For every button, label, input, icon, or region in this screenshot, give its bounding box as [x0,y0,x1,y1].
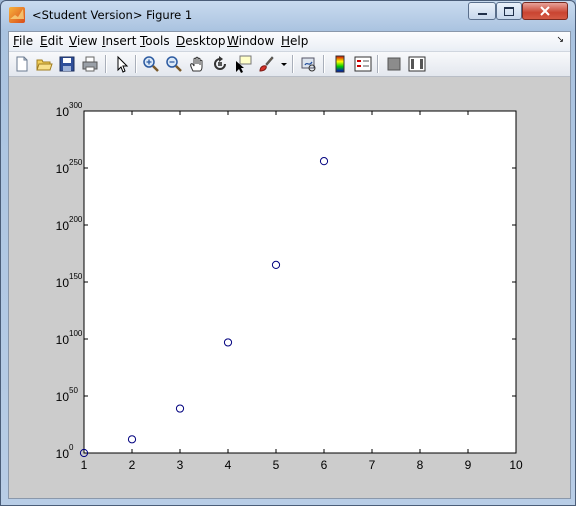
menu-edit[interactable]: Edit [40,34,63,48]
y-tick-exponent: 150 [69,272,83,281]
figure-client-area: File Edit View Insert Tools Desktop Wind… [8,31,571,499]
edit-plot-arrow-icon[interactable] [113,55,131,73]
y-tick-exponent: 300 [69,101,83,110]
x-tick-label: 2 [129,458,136,472]
menu-bar: File Edit View Insert Tools Desktop Wind… [9,32,570,52]
x-tick-label: 9 [465,458,472,472]
zoom-in-icon[interactable] [142,55,160,73]
figure-window: <Student Version> Figure 1 File Edit Vie… [0,0,576,506]
toolbar-separator [323,55,325,73]
x-tick-label: 7 [369,458,376,472]
y-tick-label: 10 [56,105,70,119]
y-tick-exponent: 250 [69,158,83,167]
colorbar-icon[interactable] [331,55,349,73]
toolbar-separator [292,55,294,73]
new-figure-icon[interactable] [13,55,31,73]
figure-toolbar [9,52,570,77]
matlab-logo-icon [9,7,25,23]
close-button[interactable] [522,2,568,20]
data-cursor-icon[interactable] [234,55,252,73]
print-icon[interactable] [81,55,99,73]
y-tick-exponent: 50 [69,386,78,395]
zoom-out-icon[interactable] [165,55,183,73]
y-tick-label: 10 [56,447,70,461]
x-tick-label: 6 [321,458,328,472]
menu-help[interactable]: Help [281,34,308,48]
pan-hand-icon[interactable] [188,55,206,73]
menu-overflow-icon[interactable]: ↘ [556,35,564,45]
x-tick-label: 3 [177,458,184,472]
minimize-button[interactable] [468,2,496,20]
y-tick-exponent: 0 [69,443,74,452]
window-title: <Student Version> Figure 1 [32,8,193,22]
toolbar-separator [377,55,379,73]
y-tick-label: 10 [56,390,70,404]
x-tick-label: 10 [509,458,523,472]
menu-view[interactable]: View [69,34,97,48]
toolbar-separator [105,55,107,73]
maximize-button[interactable] [496,2,522,20]
save-icon[interactable] [58,55,76,73]
title-bar[interactable]: <Student Version> Figure 1 [1,1,575,29]
x-tick-label: 5 [273,458,280,472]
open-file-icon[interactable] [35,55,53,73]
menu-window[interactable]: Window [227,34,274,48]
x-tick-label: 8 [417,458,424,472]
x-tick-label: 1 [81,458,88,472]
hide-plot-tools-icon[interactable] [385,55,403,73]
y-tick-label: 10 [56,162,70,176]
x-tick-label: 4 [225,458,232,472]
toolbar-separator [135,55,137,73]
show-plot-tools-icon[interactable] [408,55,426,73]
menu-desktop[interactable]: Desktop [176,34,226,48]
figure-canvas[interactable]: 1 2 3 4 5 6 7 8 9 10 10 0 10 50 10 100 10 150 10 200 10 250 10… [9,77,570,498]
legend-icon[interactable] [354,55,372,73]
scatter-plot[interactable]: 1 2 3 4 5 6 7 8 9 1010 010 5010 10010 15010 20010 25010… [9,77,570,498]
y-tick-label: 10 [56,333,70,347]
menu-file[interactable]: File [13,34,33,48]
y-tick-label: 10 [56,276,70,290]
y-tick-label: 10 [56,219,70,233]
axes-box[interactable] [83,110,517,454]
minimize-icon [477,13,487,15]
brush-dropdown-icon[interactable] [279,55,289,73]
rotate-3d-icon[interactable] [211,55,229,73]
menu-insert[interactable]: Insert [102,34,136,48]
close-icon [540,6,550,16]
brush-icon[interactable] [257,55,275,73]
menu-tools[interactable]: Tools [140,34,170,48]
y-tick-exponent: 100 [69,329,83,338]
maximize-icon [504,6,514,16]
link-plot-icon[interactable] [300,55,318,73]
y-tick-exponent: 200 [69,215,83,224]
